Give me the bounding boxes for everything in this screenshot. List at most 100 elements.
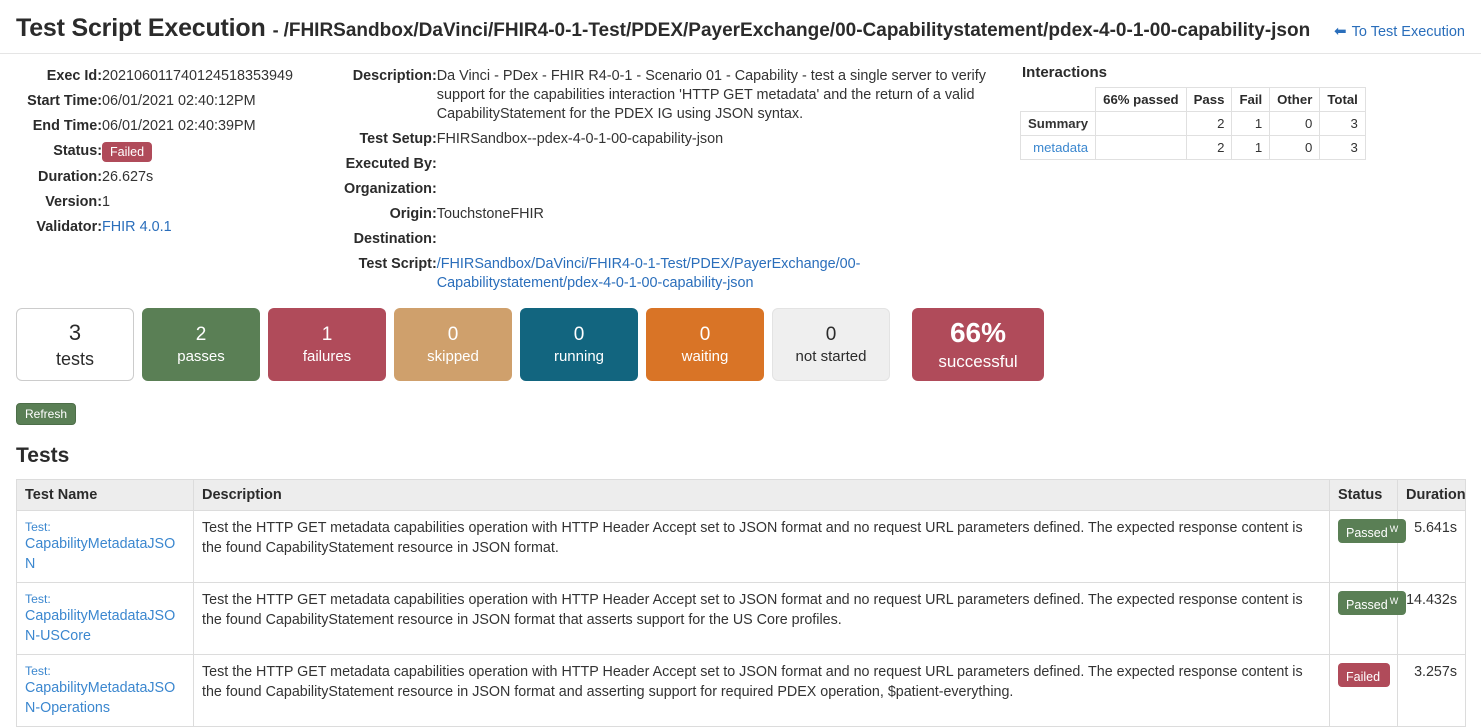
status-badge-text: Passed — [1346, 598, 1388, 613]
execution-meta-column: Exec Id: 202106011740124518353949 Start … — [16, 64, 344, 296]
test-setup-label: Test Setup: — [359, 131, 437, 147]
interactions-total-value: 3 — [1319, 111, 1366, 136]
stat-running-label: running — [553, 348, 605, 365]
exec-id-label: Exec Id: — [46, 68, 102, 84]
status-badge: Failed — [102, 142, 153, 162]
stat-successful-percent: 66% — [949, 317, 1007, 348]
refresh-button[interactable]: Refresh — [16, 403, 77, 425]
table-row: Summary 2 1 0 3 — [1019, 111, 1366, 136]
stat-not-started[interactable]: 0 not started — [772, 308, 890, 381]
description-label: Description: — [352, 68, 437, 84]
version-value: 1 — [102, 194, 111, 210]
tests-col-description[interactable]: Description — [193, 479, 1330, 511]
test-prefix-label: Test: — [25, 664, 51, 678]
execution-info-region: Exec Id: 202106011740124518353949 Start … — [0, 54, 1481, 296]
status-label: Status: — [53, 143, 102, 159]
stat-waiting-label: waiting — [681, 348, 729, 365]
status-badge-text: Passed — [1346, 526, 1388, 541]
interactions-fail-value: 1 — [1231, 111, 1271, 136]
exec-id-value: 202106011740124518353949 — [102, 68, 294, 84]
interactions-pass-value: 2 — [1185, 135, 1233, 160]
stat-running[interactable]: 0 running — [520, 308, 638, 381]
test-name-link[interactable]: CapabilityMetadataJSON-USCore — [25, 608, 175, 644]
test-name-cell: Test: CapabilityMetadataJSON-Operations — [16, 654, 194, 727]
test-setup-row: Test Setup: FHIRSandbox--pdex-4-0-1-00-c… — [344, 127, 1004, 152]
table-row: Test: CapabilityMetadataJSON-Operations … — [16, 654, 1466, 727]
to-test-execution-link[interactable]: To Test Execution — [1352, 24, 1465, 40]
stat-successful: 66% successful — [912, 308, 1044, 381]
tests-table-body: Test: CapabilityMetadataJSON Test the HT… — [16, 510, 1466, 727]
test-status-cell: Failed — [1329, 654, 1398, 727]
script-meta-column: Description: Da Vinci - PDex - FHIR R4-0… — [344, 64, 1004, 296]
tests-col-status[interactable]: Status — [1329, 479, 1398, 511]
origin-label: Origin: — [389, 206, 437, 222]
page-header: Test Script Execution - /FHIRSandbox/DaV… — [0, 0, 1481, 54]
interactions-other-value: 0 — [1269, 135, 1321, 160]
interactions-bar-cell — [1095, 135, 1187, 160]
stat-skipped[interactable]: 0 skipped — [394, 308, 512, 381]
stat-failures[interactable]: 1 failures — [268, 308, 386, 381]
test-duration-cell: 5.641s — [1397, 510, 1466, 583]
executed-by-row: Executed By: — [344, 152, 1004, 177]
origin-row: Origin: TouchstoneFHIR — [344, 202, 1004, 227]
status-row: Status: Failed — [16, 139, 344, 165]
duration-row: Duration: 26.627s — [16, 165, 344, 190]
tests-col-test-name[interactable]: Test Name — [16, 479, 194, 511]
test-prefix-label: Test: — [25, 520, 51, 534]
interactions-col-passed: 66% passed — [1095, 87, 1187, 112]
duration-value: 26.627s — [102, 169, 154, 185]
interactions-col-other: Other — [1269, 87, 1321, 112]
start-time-label: Start Time: — [27, 93, 102, 109]
stat-skipped-label: skipped — [427, 348, 479, 365]
interactions-table-body: Summary 2 1 0 3 metadata 2 1 0 3 — [1019, 111, 1366, 160]
tests-table: Test Name Description Status Duration Te… — [16, 479, 1466, 727]
interactions-header-row: 66% passed Pass Fail Other Total — [1019, 87, 1366, 112]
tests-heading: Tests — [16, 444, 70, 467]
test-script-row: Test Script: /FHIRSandbox/DaVinci/FHIR4-… — [344, 252, 1004, 296]
interactions-title: Interactions — [1022, 64, 1108, 81]
stat-tests[interactable]: 3 tests — [16, 308, 134, 381]
destination-value — [437, 227, 1004, 252]
interactions-total-value: 3 — [1319, 135, 1366, 160]
test-duration-cell: 14.432s — [1397, 582, 1466, 655]
test-name-cell: Test: CapabilityMetadataJSON-USCore — [16, 582, 194, 655]
tests-table-wrap: Test Name Description Status Duration Te… — [0, 468, 1481, 727]
test-script-link[interactable]: /FHIRSandbox/DaVinci/FHIR4-0-1-Test/PDEX… — [437, 256, 861, 291]
destination-label: Destination: — [353, 231, 437, 247]
test-description-cell: Test the HTTP GET metadata capabilities … — [193, 510, 1330, 583]
interactions-col-fail: Fail — [1231, 87, 1271, 112]
stat-passes[interactable]: 2 passes — [142, 308, 260, 381]
stat-waiting[interactable]: 0 waiting — [646, 308, 764, 381]
test-name-link[interactable]: CapabilityMetadataJSON — [25, 536, 175, 572]
stat-not-started-label: not started — [795, 348, 867, 365]
interactions-row-label: Summary — [1019, 111, 1097, 136]
organization-label: Organization: — [344, 181, 437, 197]
interaction-metadata-link[interactable]: metadata — [1033, 140, 1088, 155]
test-name-cell: Test: CapabilityMetadataJSON — [16, 510, 194, 583]
script-meta-table: Description: Da Vinci - PDex - FHIR R4-0… — [344, 64, 1004, 296]
stat-failures-label: failures — [302, 348, 352, 365]
interactions-other-value: 0 — [1269, 111, 1321, 136]
table-row: Test: CapabilityMetadataJSON-USCore Test… — [16, 582, 1466, 655]
start-time-row: Start Time: 06/01/2021 02:40:12PM — [16, 89, 344, 114]
end-time-row: End Time: 06/01/2021 02:40:39PM — [16, 114, 344, 139]
test-script-execution-page: Test Script Execution - /FHIRSandbox/DaV… — [0, 0, 1481, 728]
tests-col-duration[interactable]: Duration — [1397, 479, 1466, 511]
page-subtitle-path: /FHIRSandbox/DaVinci/FHIR4-0-1-Test/PDEX… — [283, 20, 1311, 41]
test-status-cell: Passed W — [1329, 582, 1407, 655]
validator-link[interactable]: FHIR 4.0.1 — [102, 219, 172, 235]
version-label: Version: — [45, 194, 102, 210]
test-setup-value: FHIRSandbox--pdex-4-0-1-00-capability-js… — [436, 131, 724, 147]
test-description-cell: Test the HTTP GET metadata capabilities … — [193, 582, 1330, 655]
page-title: Test Script Execution — [16, 14, 266, 42]
interactions-table-head: 66% passed Pass Fail Other Total — [1019, 87, 1366, 112]
test-prefix-label: Test: — [25, 592, 51, 606]
stat-failures-number: 1 — [321, 324, 333, 345]
test-name-link[interactable]: CapabilityMetadataJSON-Operations — [25, 680, 175, 716]
stat-tests-number: 3 — [68, 319, 82, 345]
organization-value — [437, 177, 1004, 202]
version-row: Version: 1 — [16, 190, 344, 215]
execution-meta-table: Exec Id: 202106011740124518353949 Start … — [16, 64, 344, 240]
table-row: metadata 2 1 0 3 — [1019, 135, 1366, 160]
interactions-pass-value: 2 — [1185, 111, 1233, 136]
